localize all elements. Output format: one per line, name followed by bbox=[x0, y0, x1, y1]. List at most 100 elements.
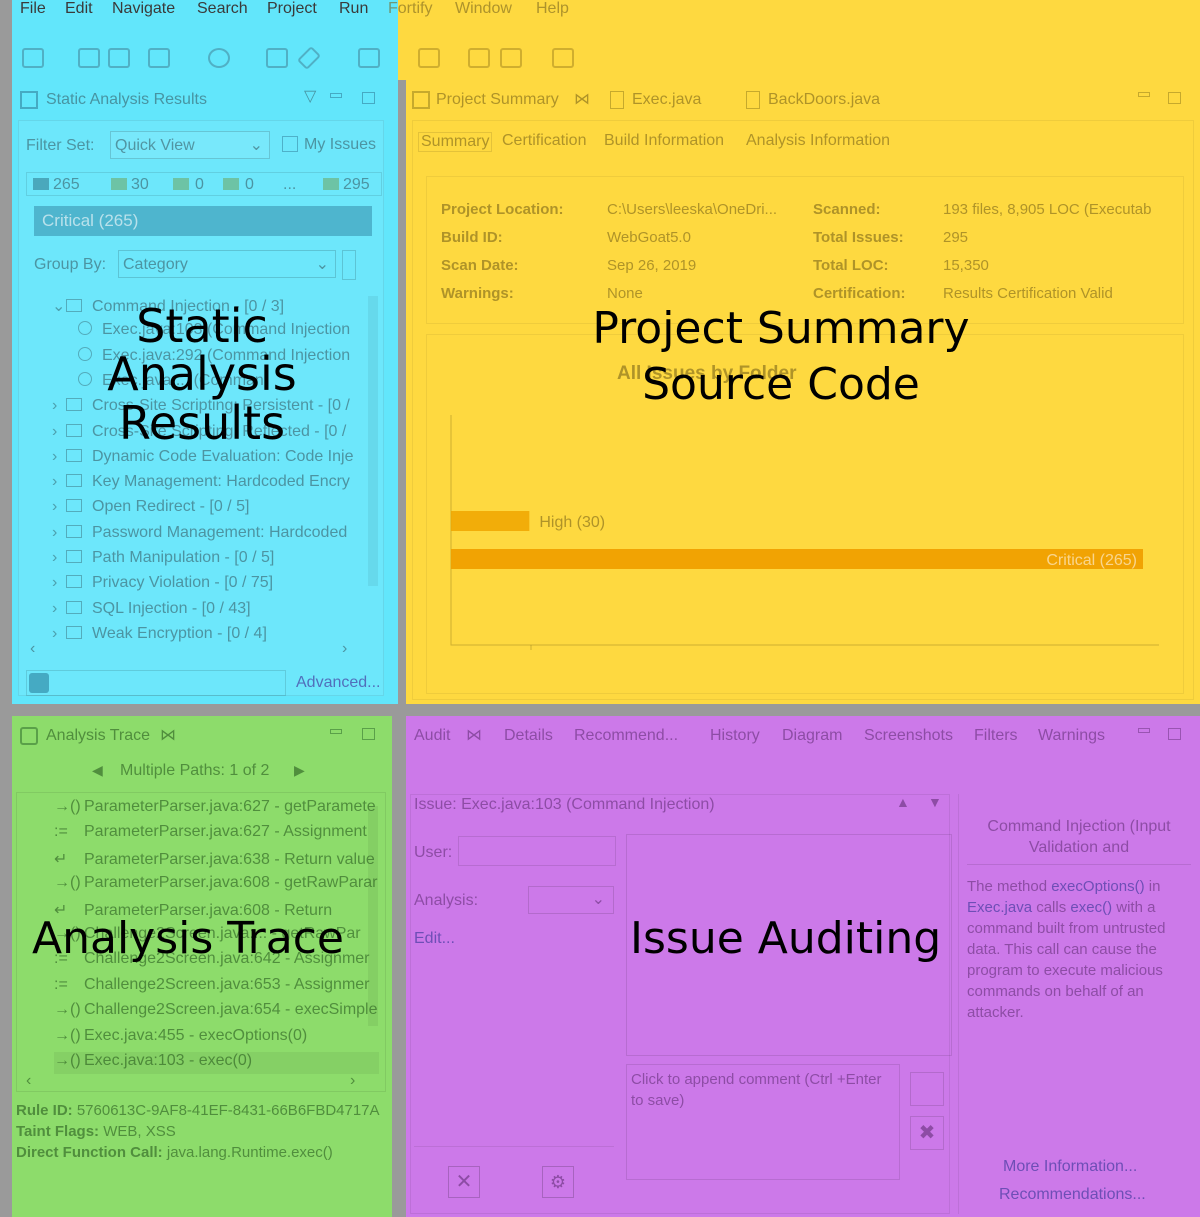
chevron-right-icon[interactable]: › bbox=[52, 574, 66, 592]
forward-arrow-icon[interactable] bbox=[552, 48, 574, 68]
maximize-icon[interactable] bbox=[362, 92, 375, 104]
close-icon[interactable]: ⋈ bbox=[160, 725, 176, 745]
category-folder[interactable]: › Open Redirect - [0 / 5] bbox=[52, 498, 367, 520]
category-folder[interactable]: › Dynamic Code Evaluation: Code Inje bbox=[52, 448, 367, 470]
category-folder[interactable]: › Privacy Violation - [0 / 75] bbox=[52, 574, 367, 596]
tab-recommendations[interactable]: Recommend... bbox=[574, 727, 678, 745]
chevron-right-icon[interactable]: › bbox=[52, 397, 66, 415]
save-icon[interactable] bbox=[78, 48, 100, 68]
category-folder[interactable]: › Path Manipulation - [0 / 5] bbox=[52, 549, 367, 571]
tab-audit[interactable]: Audit bbox=[414, 727, 450, 745]
trace-step[interactable]: →() ParameterParser.java:627 - getParamet… bbox=[54, 798, 379, 820]
chevron-right-icon[interactable]: › bbox=[52, 423, 66, 441]
search-icon[interactable] bbox=[208, 48, 230, 68]
close-icon[interactable]: ⋈ bbox=[466, 725, 482, 745]
build-icon[interactable] bbox=[148, 48, 170, 68]
scan-icon[interactable] bbox=[418, 48, 440, 68]
search-icon[interactable] bbox=[29, 673, 49, 693]
chevron-right-icon[interactable]: › bbox=[52, 498, 66, 516]
back-arrow-icon[interactable] bbox=[500, 48, 522, 68]
scroll-right-icon[interactable]: › bbox=[350, 1072, 355, 1090]
chevron-right-icon[interactable]: › bbox=[52, 448, 66, 466]
tab-exec-java[interactable]: Exec.java bbox=[632, 91, 701, 109]
open-folder-icon[interactable] bbox=[266, 48, 288, 68]
tab-history[interactable]: History bbox=[710, 727, 760, 745]
exec-options-link[interactable]: execOptions() bbox=[1051, 878, 1144, 895]
minimize-icon[interactable] bbox=[1138, 728, 1150, 733]
back-history-icon[interactable] bbox=[468, 48, 490, 68]
tab-filters[interactable]: Filters bbox=[974, 727, 1018, 745]
medium-count[interactable]: 0 bbox=[195, 176, 204, 194]
suppress-icon[interactable]: ✕ bbox=[448, 1166, 480, 1198]
tree-scrollbar[interactable] bbox=[368, 296, 378, 586]
critical-bar[interactable]: Critical (265) bbox=[34, 206, 372, 236]
delete-comment-icon[interactable]: ✖ bbox=[910, 1116, 944, 1150]
debug-icon[interactable] bbox=[358, 48, 380, 68]
previous-path-icon[interactable]: ◀ bbox=[92, 762, 103, 779]
tab-screenshots[interactable]: Screenshots bbox=[864, 727, 953, 745]
subtab-certification[interactable]: Certification bbox=[502, 132, 586, 150]
previous-issue-icon[interactable]: ▲ bbox=[896, 794, 910, 810]
chevron-right-icon[interactable]: › bbox=[52, 625, 66, 643]
edit-link[interactable]: Edit... bbox=[414, 930, 455, 948]
maximize-icon[interactable] bbox=[1168, 728, 1181, 740]
category-folder[interactable]: › SQL Injection - [0 / 43] bbox=[52, 600, 367, 622]
user-field[interactable] bbox=[458, 836, 616, 866]
my-issues-checkbox[interactable] bbox=[282, 136, 298, 152]
trace-panel-title[interactable]: Analysis Trace bbox=[46, 727, 150, 745]
bar-high[interactable] bbox=[451, 511, 530, 531]
tab-diagram[interactable]: Diagram bbox=[782, 727, 842, 745]
tab-backdoors-java[interactable]: BackDoors.java bbox=[768, 91, 880, 109]
scroll-left-icon[interactable]: ‹ bbox=[30, 640, 35, 658]
trace-step[interactable]: →() Exec.java:455 - execOptions(0) bbox=[54, 1027, 379, 1049]
issue-search-field[interactable] bbox=[26, 670, 286, 696]
subtab-build-information[interactable]: Build Information bbox=[604, 132, 724, 150]
scroll-left-icon[interactable]: ‹ bbox=[26, 1072, 31, 1090]
menu-help[interactable]: Help bbox=[536, 0, 1200, 40]
critical-count[interactable]: 265 bbox=[53, 176, 80, 194]
static-panel-title[interactable]: Static Analysis Results bbox=[46, 91, 207, 109]
field-value-project-location[interactable]: C:\Users\leeska\OneDri... bbox=[607, 201, 777, 218]
high-count[interactable]: 30 bbox=[131, 176, 149, 194]
bar-critical[interactable] bbox=[451, 549, 1143, 569]
save-all-icon[interactable] bbox=[108, 48, 130, 68]
exec-link[interactable]: exec() bbox=[1070, 899, 1112, 916]
category-folder[interactable]: › Password Management: Hardcoded bbox=[52, 524, 367, 546]
comment-field[interactable]: Click to append comment (Ctrl +Enter to … bbox=[626, 1064, 900, 1180]
more-counts[interactable]: ... bbox=[283, 176, 296, 194]
trace-step[interactable]: →() ParameterParser.java:608 - getRawPara… bbox=[54, 874, 379, 896]
more-information-link[interactable]: More Information... bbox=[1003, 1158, 1137, 1176]
category-folder[interactable]: › Key Management: Hardcoded Encry bbox=[52, 473, 367, 495]
trace-step[interactable]: ↵ ParameterParser.java:638 - Return value bbox=[54, 849, 379, 871]
tab-project-summary[interactable]: Project Summary bbox=[436, 91, 559, 109]
recommendations-link[interactable]: Recommendations... bbox=[999, 1186, 1146, 1204]
tab-warnings[interactable]: Warnings bbox=[1038, 727, 1105, 745]
subtab-analysis-information[interactable]: Analysis Information bbox=[746, 132, 890, 150]
chevron-right-icon[interactable]: › bbox=[52, 549, 66, 567]
advanced-link[interactable]: Advanced... bbox=[296, 674, 381, 692]
low-count[interactable]: 0 bbox=[245, 176, 254, 194]
chevron-right-icon[interactable]: › bbox=[52, 473, 66, 491]
minimize-icon[interactable] bbox=[330, 93, 342, 98]
chevron-right-icon[interactable]: › bbox=[52, 524, 66, 542]
trace-step[interactable]: →() Exec.java:103 - exec(0) bbox=[54, 1052, 379, 1074]
scroll-right-icon[interactable]: › bbox=[342, 640, 347, 658]
bug-icon[interactable]: ⚙ bbox=[542, 1166, 574, 1198]
tab-details[interactable]: Details bbox=[504, 727, 553, 745]
maximize-icon[interactable] bbox=[1168, 92, 1181, 104]
minimize-icon[interactable] bbox=[330, 729, 342, 734]
filter-set-select[interactable]: Quick View ⌄ bbox=[110, 131, 270, 159]
trace-step[interactable]: := Challenge2Screen.java:653 - Assignmer bbox=[54, 976, 379, 998]
chevron-right-icon[interactable]: › bbox=[52, 600, 66, 618]
trace-step[interactable]: →() Challenge2Screen.java:654 - execSimpl… bbox=[54, 1001, 379, 1023]
group-by-options-button[interactable] bbox=[342, 250, 356, 280]
new-icon[interactable] bbox=[22, 48, 44, 68]
group-by-select[interactable]: Category ⌄ bbox=[118, 250, 336, 278]
close-icon[interactable]: ⋈ bbox=[574, 89, 590, 109]
exec-java-link[interactable]: Exec.java bbox=[967, 899, 1032, 916]
trace-step[interactable]: := ParameterParser.java:627 - Assignment bbox=[54, 823, 379, 845]
minimize-icon[interactable] bbox=[1138, 92, 1150, 97]
subtab-summary[interactable]: Summary bbox=[418, 132, 493, 152]
append-comment-button[interactable] bbox=[910, 1072, 944, 1106]
next-path-icon[interactable]: ▶ bbox=[294, 762, 305, 779]
